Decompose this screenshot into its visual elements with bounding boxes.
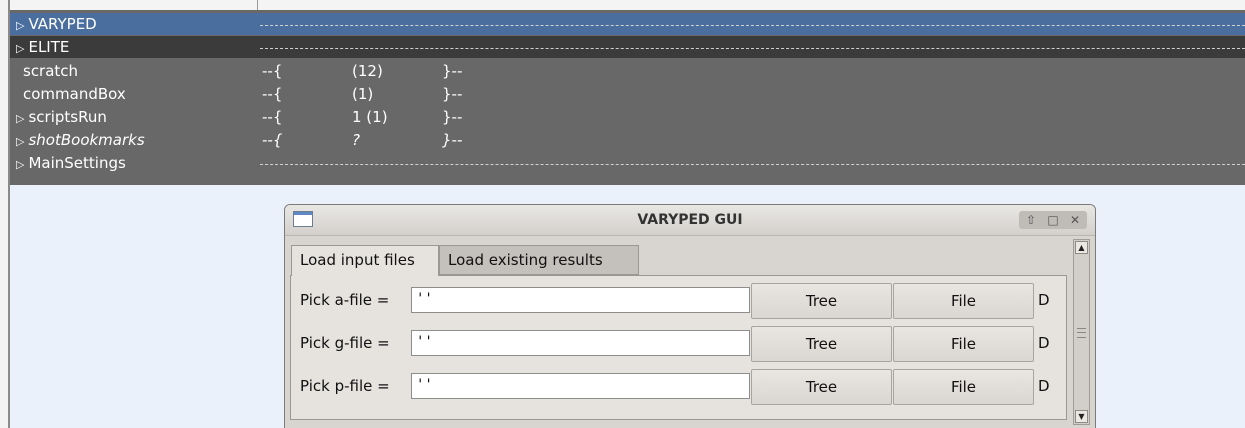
p-file-file-button[interactable]: File bbox=[893, 369, 1034, 405]
tree-row-label: commandBox bbox=[23, 85, 126, 103]
tree-view: ▷ VARYPED ▷ ELITE scratch --{ (12) }-- com… bbox=[10, 0, 1245, 185]
row-separator-line bbox=[260, 48, 1245, 49]
window-controls: ⇧ □ ✕ bbox=[1019, 211, 1087, 229]
a-file-row: Pick a-file = '' Tree File D bbox=[291, 283, 1066, 319]
p-file-label: Pick p-file = bbox=[300, 377, 390, 395]
g-file-input[interactable]: '' bbox=[411, 330, 750, 356]
tree-row-value: ? bbox=[352, 131, 360, 149]
input-files-panel: Pick a-file = '' Tree File D Pick g-file… bbox=[290, 275, 1067, 420]
g-file-truncated-button[interactable]: D bbox=[1038, 334, 1050, 352]
p-file-truncated-button[interactable]: D bbox=[1038, 377, 1050, 395]
brace-close: }-- bbox=[442, 108, 463, 126]
expand-triangle-icon[interactable]: ▷ bbox=[16, 158, 24, 171]
a-file-tree-button[interactable]: Tree bbox=[751, 283, 892, 319]
expand-triangle-icon[interactable]: ▷ bbox=[16, 135, 24, 148]
brace-open: --{ bbox=[262, 108, 283, 126]
scroll-down-arrow-icon[interactable]: ▼ bbox=[1075, 410, 1088, 423]
tree-row-value: (1) bbox=[352, 85, 374, 103]
brace-close: }-- bbox=[442, 131, 463, 149]
tree-row-scratch[interactable]: scratch --{ (12) }-- bbox=[10, 60, 1245, 82]
row-separator-line bbox=[260, 25, 1245, 26]
brace-close: }-- bbox=[442, 62, 463, 80]
g-file-label: Pick g-file = bbox=[300, 334, 390, 352]
g-file-file-button[interactable]: File bbox=[893, 326, 1034, 362]
tree-row-label: VARYPED bbox=[28, 15, 97, 33]
tree-row-mainsettings[interactable]: ▷ MainSettings bbox=[10, 152, 1245, 174]
a-file-file-button[interactable]: File bbox=[893, 283, 1034, 319]
close-icon[interactable]: ✕ bbox=[1065, 211, 1085, 229]
varyped-gui-window: VARYPED GUI ⇧ □ ✕ Load input files Load … bbox=[284, 204, 1096, 428]
brace-open: --{ bbox=[262, 62, 283, 80]
p-file-input[interactable]: '' bbox=[411, 373, 750, 399]
tree-header-strip bbox=[10, 0, 1245, 10]
window-titlebar[interactable]: VARYPED GUI ⇧ □ ✕ bbox=[285, 205, 1095, 236]
tree-row-shotbookmarks[interactable]: ▷ shotBookmarks --{ ? }-- bbox=[10, 129, 1245, 151]
a-file-truncated-button[interactable]: D bbox=[1038, 291, 1050, 309]
row-separator-line bbox=[260, 164, 1245, 165]
tree-row-label: MainSettings bbox=[28, 154, 126, 172]
maximize-icon[interactable]: □ bbox=[1043, 211, 1063, 229]
tree-row-elite[interactable]: ▷ ELITE bbox=[10, 36, 1245, 58]
tree-row-scriptsrun[interactable]: ▷ scriptsRun --{ 1 (1) }-- bbox=[10, 106, 1245, 128]
tree-row-label: scriptsRun bbox=[28, 108, 107, 126]
scrollbar-grip[interactable] bbox=[1077, 328, 1086, 338]
a-file-label: Pick a-file = bbox=[300, 291, 390, 309]
tree-row-value: (12) bbox=[352, 62, 383, 80]
shade-up-icon[interactable]: ⇧ bbox=[1021, 211, 1041, 229]
brace-close: }-- bbox=[442, 85, 463, 103]
p-file-row: Pick p-file = '' Tree File D bbox=[291, 369, 1066, 405]
p-file-tree-button[interactable]: Tree bbox=[751, 369, 892, 405]
tree-row-commandbox[interactable]: commandBox --{ (1) }-- bbox=[10, 83, 1245, 105]
g-file-row: Pick g-file = '' Tree File D bbox=[291, 326, 1066, 362]
tree-row-label: ELITE bbox=[28, 38, 70, 56]
window-title: VARYPED GUI bbox=[637, 212, 743, 228]
a-file-input[interactable]: '' bbox=[411, 287, 750, 313]
tab-load-existing-results[interactable]: Load existing results bbox=[439, 245, 639, 275]
tree-row-value: 1 (1) bbox=[352, 108, 388, 126]
column-divider bbox=[257, 0, 258, 10]
tab-load-input-files[interactable]: Load input files bbox=[291, 245, 439, 276]
expand-triangle-icon[interactable]: ▷ bbox=[16, 19, 24, 32]
tree-row-label: scratch bbox=[23, 62, 79, 80]
vertical-scrollbar[interactable]: ▲ ▼ bbox=[1073, 239, 1090, 425]
tree-row-label: shotBookmarks bbox=[28, 131, 145, 149]
g-file-tree-button[interactable]: Tree bbox=[751, 326, 892, 362]
expand-triangle-icon[interactable]: ▷ bbox=[16, 112, 24, 125]
tree-row-varyped[interactable]: ▷ VARYPED bbox=[10, 13, 1245, 35]
scroll-up-arrow-icon[interactable]: ▲ bbox=[1075, 241, 1088, 254]
brace-open: --{ bbox=[262, 131, 283, 149]
left-frame-border bbox=[0, 0, 10, 428]
brace-open: --{ bbox=[262, 85, 283, 103]
expand-triangle-icon[interactable]: ▷ bbox=[16, 42, 24, 55]
